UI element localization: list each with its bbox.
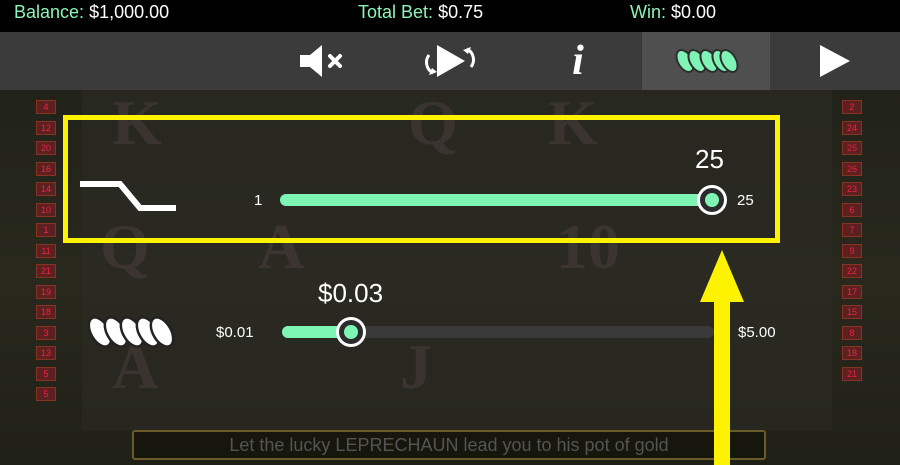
total-bet-value: $0.75 [438,2,484,22]
payline-marker: 12 [36,120,56,135]
payline-marker: 14 [36,182,56,196]
total-bet-display: Total Bet: $0.75 [358,2,483,23]
payline-marker: 13 [36,346,56,360]
payline-marker: 5 [36,387,56,401]
payline-marker: 20 [36,141,56,155]
payline-marker: 3 [36,325,56,340]
lines-slider[interactable] [280,194,712,206]
balance-label: Balance: [14,2,85,22]
balance-display: Balance: $1,000.00 [14,2,169,23]
payline-marker: 1 [36,223,56,237]
payline-marker: 4 [36,100,56,114]
coins-icon [87,316,175,348]
payline-marker: 22 [842,264,862,278]
payline-marker: 19 [36,284,56,299]
payline-marker: 8 [842,325,862,340]
lines-slider-thumb[interactable] [697,185,727,215]
lines-max-label: 25 [737,192,754,209]
win-display: Win: $0.00 [630,2,716,23]
autoplay-arrows-icon [425,45,475,77]
lines-current-value: 25 [695,144,724,174]
balance-value: $1,000.00 [89,2,170,22]
coin-min-label: $0.01 [216,324,254,341]
payline-marker: 25 [842,141,862,155]
speaker-muted-icon [300,45,342,77]
coin-slider-thumb[interactable] [336,317,367,347]
payline-marker: 16 [36,161,56,176]
bet-settings-button[interactable] [642,32,770,90]
payline-marker: 23 [842,182,862,196]
autoplay-button[interactable] [386,32,514,90]
payline-marker: 24 [842,120,862,135]
win-label: Win: [630,2,666,22]
message-ticker: Let the lucky LEPRECHAUN lead you to his… [132,430,766,460]
mute-button[interactable] [258,32,386,90]
play-icon [820,45,850,77]
payline-marker: 26 [842,161,862,176]
lines-slider-fill [280,194,712,206]
payline-marker: 17 [842,284,862,299]
payline-marker: 18 [36,305,56,319]
payline-marker: 18 [842,346,862,360]
coins-icon [675,49,739,73]
info-icon: i [572,38,584,84]
payline-marker: 10 [36,202,56,217]
payline-marker: 2 [842,100,862,114]
payline-marker: 11 [36,243,56,258]
payline-marker: 21 [36,264,56,278]
lines-setting-highlight [63,115,780,243]
coin-current-value: $0.03 [318,278,384,308]
payline-marker: 7 [842,223,862,237]
payline-marker: 15 [842,305,862,319]
payline-marker: 6 [842,202,862,217]
spin-button[interactable] [770,32,898,90]
payline-marker: 5 [36,366,56,381]
win-value: $0.00 [671,2,717,22]
paylines-icon [80,181,176,211]
toolbar: i [0,32,900,90]
info-button[interactable]: i [514,32,642,90]
payline-marker: 9 [842,243,862,258]
pointer-arrow-icon [700,250,744,465]
total-bet-label: Total Bet: [358,2,434,22]
status-bar: Balance: $1,000.00 Total Bet: $0.75 Win:… [0,0,900,26]
payline-marker: 21 [842,366,862,381]
lines-min-label: 1 [254,192,263,209]
